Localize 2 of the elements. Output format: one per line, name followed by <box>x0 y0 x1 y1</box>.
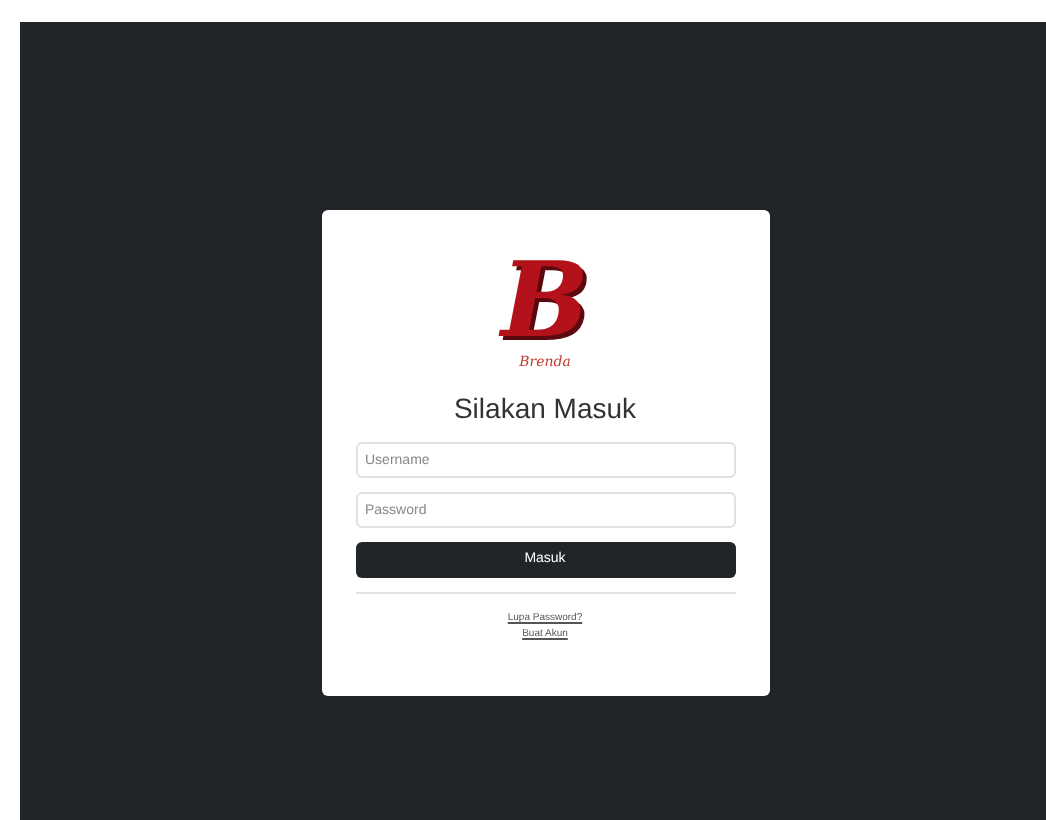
login-title: Silakan Masuk <box>453 390 637 426</box>
logo-letter: B <box>501 250 589 354</box>
